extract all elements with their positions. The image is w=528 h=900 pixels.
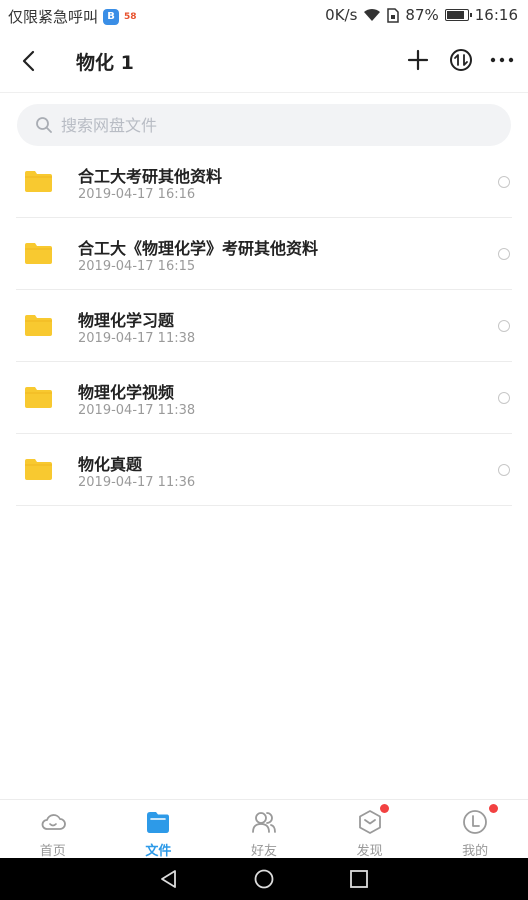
- sort-icon[interactable]: [447, 46, 475, 74]
- tab-label: 文件: [145, 844, 172, 859]
- file-date: 2019-04-17 11:36: [78, 475, 196, 490]
- file-name: 物理化学习题: [78, 311, 175, 330]
- file-date: 2019-04-17 16:16: [78, 187, 196, 202]
- battery-percent: 87%: [405, 6, 439, 24]
- page-title: 物化 1: [76, 52, 134, 74]
- tab-files[interactable]: 文件: [106, 800, 212, 859]
- sim-icon: [387, 7, 400, 23]
- status-bar: 仅限紧急呼叫 B 58 0K/s 87% 16:16: [0, 0, 528, 32]
- list-item[interactable]: 合工大考研其他资料 2019-04-17 16:16: [0, 146, 528, 218]
- notification-dot: [488, 804, 498, 813]
- file-list: 合工大考研其他资料 2019-04-17 16:16 合工大《物理化学》考研其他…: [0, 146, 528, 506]
- carrier-text: 仅限紧急呼叫: [8, 8, 99, 26]
- profile-icon: [463, 810, 488, 834]
- folder-icon: [147, 812, 170, 833]
- header-divider: [0, 92, 528, 93]
- file-name: 合工大考研其他资料: [78, 167, 223, 186]
- bottom-tab-bar: 首页 文件 好友 发现 我的: [0, 799, 528, 859]
- select-checkbox[interactable]: [498, 176, 510, 188]
- app58-notification-icon: 58: [124, 11, 137, 22]
- nav-recent-apps-icon[interactable]: [348, 868, 370, 890]
- list-item[interactable]: 物理化学习题 2019-04-17 11:38: [0, 290, 528, 362]
- select-checkbox[interactable]: [498, 248, 510, 260]
- folder-icon: [25, 315, 52, 336]
- status-right: 0K/s 87% 16:16: [325, 6, 518, 24]
- tab-profile[interactable]: 我的: [422, 800, 528, 859]
- clock: 16:16: [474, 6, 518, 24]
- file-name: 物理化学视频: [78, 383, 175, 402]
- list-item[interactable]: 合工大《物理化学》考研其他资料 2019-04-17 16:15: [0, 218, 528, 290]
- list-item[interactable]: 物化真题 2019-04-17 11:36: [0, 434, 528, 506]
- select-checkbox[interactable]: [498, 320, 510, 332]
- back-arrow-icon[interactable]: [14, 46, 44, 76]
- file-date: 2019-04-17 16:15: [78, 259, 196, 274]
- folder-icon: [25, 171, 52, 192]
- tab-label: 首页: [39, 844, 66, 859]
- folder-icon: [25, 243, 52, 264]
- search-icon: [36, 117, 52, 133]
- search-bar[interactable]: [17, 104, 511, 146]
- file-date: 2019-04-17 11:38: [78, 331, 196, 346]
- network-speed: 0K/s: [325, 6, 358, 24]
- add-icon[interactable]: [404, 46, 432, 74]
- discover-icon: [358, 810, 381, 834]
- tab-label: 发现: [356, 844, 383, 859]
- status-left: 仅限紧急呼叫 B 58: [8, 6, 137, 27]
- more-icon[interactable]: [488, 46, 516, 74]
- select-checkbox[interactable]: [498, 464, 510, 476]
- search-input[interactable]: [61, 104, 491, 146]
- top-app-bar: 物化 1: [0, 32, 528, 90]
- cloud-icon: [41, 814, 66, 830]
- battery-icon: [444, 9, 472, 21]
- file-name: 物化真题: [78, 455, 143, 474]
- app-notification-icon: B: [103, 8, 120, 25]
- friends-icon: [252, 812, 276, 833]
- folder-icon: [25, 387, 52, 408]
- file-name: 合工大《物理化学》考研其他资料: [78, 239, 319, 258]
- tab-home[interactable]: 首页: [0, 800, 106, 859]
- file-date: 2019-04-17 11:38: [78, 403, 196, 418]
- tab-label: 我的: [462, 844, 489, 859]
- system-nav-bar: [0, 858, 528, 900]
- nav-back-icon[interactable]: [158, 868, 180, 890]
- select-checkbox[interactable]: [498, 392, 510, 404]
- row-divider: [16, 505, 512, 506]
- tab-discover[interactable]: 发现: [317, 800, 423, 859]
- nav-home-icon[interactable]: [253, 868, 275, 890]
- tab-friends[interactable]: 好友: [211, 800, 317, 859]
- tab-label: 好友: [250, 844, 277, 859]
- wifi-icon: [364, 8, 381, 21]
- folder-icon: [25, 459, 52, 480]
- notification-dot: [380, 804, 390, 813]
- list-item[interactable]: 物理化学视频 2019-04-17 11:38: [0, 362, 528, 434]
